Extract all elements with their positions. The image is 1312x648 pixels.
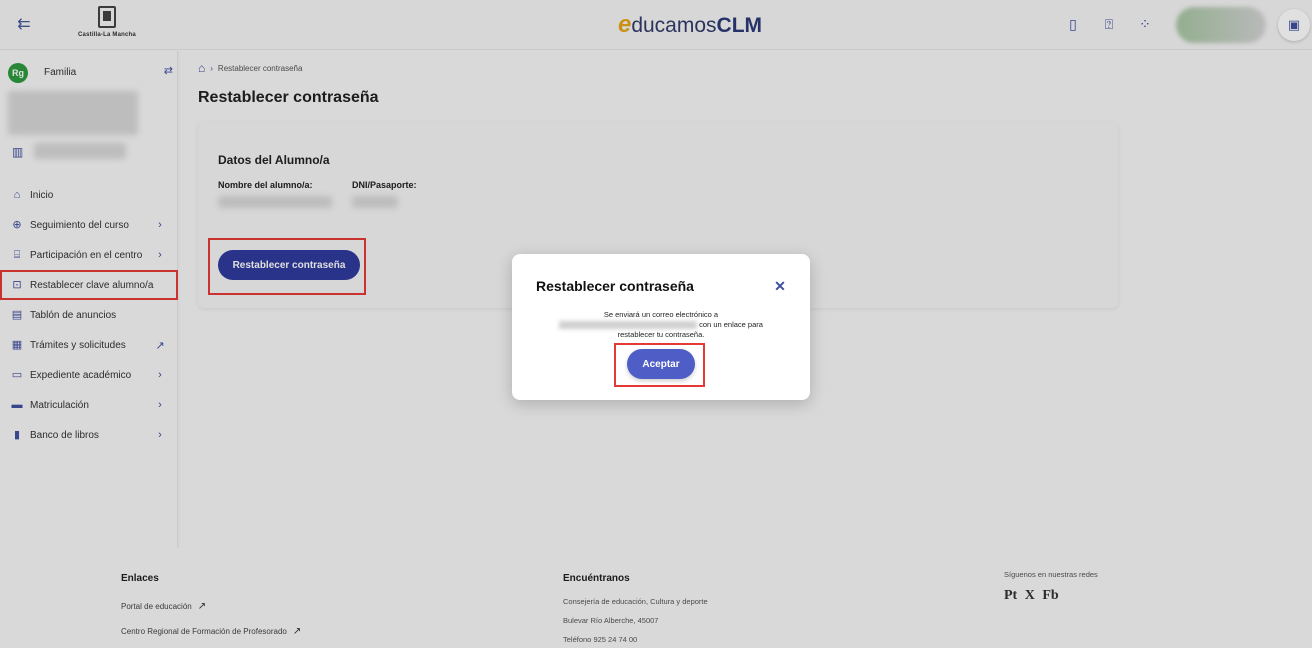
- close-icon[interactable]: ✕: [772, 278, 788, 294]
- dialog-message-part1: Se enviará un correo electrónico a: [603, 310, 719, 319]
- email-redacted: [559, 321, 698, 330]
- reset-password-dialog: Restablecer contraseña ✕ Se enviará un c…: [512, 254, 810, 400]
- dialog-message: Se enviará un correo electrónico a con u…: [552, 310, 770, 340]
- dialog-title: Restablecer contraseña: [536, 278, 694, 294]
- accept-button[interactable]: Aceptar: [627, 349, 695, 379]
